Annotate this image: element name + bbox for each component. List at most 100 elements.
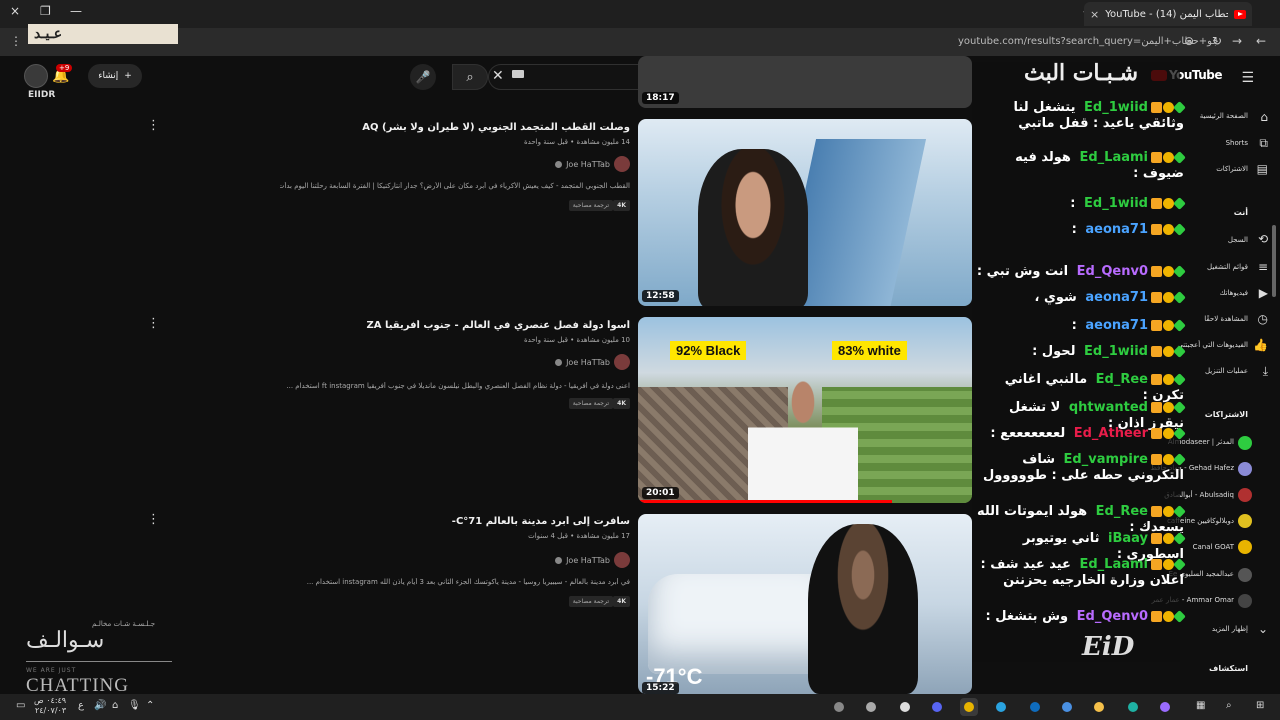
chat-username[interactable]: Ed_Laami	[1079, 150, 1148, 165]
more-options-icon[interactable]: ⋮	[147, 316, 160, 331]
keyboard-icon[interactable]	[512, 70, 524, 78]
channel-avatar[interactable]	[614, 156, 630, 172]
subscription-avatar[interactable]	[1238, 514, 1252, 528]
channel-name[interactable]: Joe HaTTab	[566, 556, 610, 565]
more-options-icon[interactable]: ⋮	[147, 512, 160, 527]
sidebar-item-home[interactable]: الصفحة الرئيسية	[1200, 112, 1248, 120]
subscriptions-icon[interactable]: ▤	[1257, 162, 1268, 176]
chat-username[interactable]: Ed_vampire	[1064, 452, 1148, 467]
sidebar-item-downloads[interactable]: عمليات التنزيل	[1205, 367, 1248, 375]
widgets-icon[interactable]: ▦	[1196, 700, 1205, 711]
search-button[interactable]: ⌕	[452, 64, 488, 90]
app-store-icon[interactable]	[1058, 698, 1076, 716]
sidebar-item-shorts[interactable]: Shorts	[1226, 139, 1248, 147]
downloads-icon[interactable]: ⤓	[1263, 364, 1268, 379]
address-bar[interactable]: youtube.com/results?search_query=جو+حطاب…	[948, 32, 1238, 52]
video-thumbnail-partial[interactable]: 18:17	[638, 56, 972, 108]
channel-name[interactable]: Joe HaTTab	[566, 358, 610, 367]
chat-username[interactable]: Ed_1wiid	[1084, 196, 1148, 211]
search-result[interactable]: ⋮ سافرت إلى أبرد مدينة بالعالم 71°C- 17 …	[0, 512, 975, 694]
chat-username[interactable]: Ed_Laami	[1079, 557, 1148, 572]
sidebar-item-watch-later[interactable]: المشاهدة لاحقًا	[1204, 315, 1248, 323]
app-copilot-icon[interactable]	[1156, 698, 1174, 716]
video-thumbnail[interactable]: 92% Black 83% white 20:01	[638, 317, 972, 503]
sidebar-scrollbar[interactable]	[1272, 225, 1276, 297]
chat-username[interactable]: qhtwanted	[1069, 400, 1148, 415]
back-arrow-icon[interactable]: ←	[1256, 34, 1266, 48]
tray-overflow-icon[interactable]: ⌃	[146, 700, 154, 711]
maximize-window-button[interactable]: ❐	[40, 4, 51, 18]
app-explorer-icon[interactable]	[1090, 698, 1108, 716]
subscription-avatar[interactable]	[1238, 568, 1252, 582]
minimize-window-button[interactable]: —	[70, 4, 82, 18]
sidebar-subscriptions-heading[interactable]: الاشتراكات	[1205, 410, 1248, 419]
chat-username[interactable]: Ed_Qenv0	[1077, 609, 1148, 624]
chat-username[interactable]: Ed_1wiid	[1084, 344, 1148, 359]
chat-username[interactable]: Ed_Ree	[1096, 504, 1148, 519]
subscription-avatar[interactable]	[1238, 436, 1252, 450]
chat-username[interactable]: aeona71	[1085, 318, 1148, 333]
app-telegram-icon[interactable]	[992, 698, 1010, 716]
video-title[interactable]: أسوأ دولة فصل عنصري في العالم - جنوب أفر…	[290, 320, 630, 331]
app-outlook-icon[interactable]	[1026, 698, 1044, 716]
app-chrome-icon[interactable]	[960, 698, 978, 716]
subscription-avatar[interactable]	[1238, 540, 1252, 554]
voice-search-button[interactable]: 🎤	[410, 64, 436, 90]
liked-videos-icon[interactable]: 👍	[1253, 338, 1268, 352]
chat-username[interactable]: Ed_Ree	[1096, 372, 1148, 387]
playlists-icon[interactable]: ≡	[1258, 260, 1268, 274]
shorts-icon[interactable]: ⧉	[1259, 136, 1268, 151]
windows-start-icon[interactable]: ⊞	[1256, 700, 1264, 711]
channel-row[interactable]: Joe HaTTab	[555, 354, 630, 370]
app-capture-icon[interactable]	[862, 698, 880, 716]
search-result[interactable]: ⋮ وصلت القطب المتجمد الجنوبي (لا طيران و…	[0, 118, 975, 308]
history-icon[interactable]: ⟲	[1258, 232, 1268, 246]
chat-username[interactable]: Ed_1wiid	[1084, 100, 1148, 115]
subscription-item[interactable]: Canal GOAT	[1193, 543, 1234, 551]
watch-later-icon[interactable]: ◷	[1258, 312, 1268, 326]
subscription-avatar[interactable]	[1238, 462, 1252, 476]
tab-youtube[interactable]: YouTube - جو حطاب اليمن (14) ×	[1084, 2, 1252, 26]
taskbar-clock[interactable]: ٠٤:٤٩ ص ٢٤/٠٧/٠٣	[34, 696, 66, 716]
sidebar-you-heading[interactable]: أنت	[1234, 208, 1248, 217]
chat-username[interactable]: iBaay	[1108, 531, 1148, 546]
search-taskbar-icon[interactable]: ⌕	[1226, 700, 1232, 711]
more-options-icon[interactable]: ⋮	[147, 118, 160, 133]
subscription-avatar[interactable]	[1238, 594, 1252, 608]
app-discord-icon[interactable]	[928, 698, 946, 716]
home-icon[interactable]: ⌂	[1260, 110, 1268, 124]
sidebar-item-liked[interactable]: الفيديوهات التي أعجبتني	[1177, 341, 1248, 349]
sidebar-item-playlists[interactable]: قوائم التشغيل	[1207, 263, 1248, 271]
create-button[interactable]: إنشاء +	[88, 64, 142, 88]
notification-center-icon[interactable]: ▭	[16, 700, 25, 711]
subscription-avatar[interactable]	[1238, 488, 1252, 502]
channel-avatar[interactable]	[614, 354, 630, 370]
app-obs-icon[interactable]	[896, 698, 914, 716]
chat-username[interactable]: aeona71	[1085, 222, 1148, 237]
video-thumbnail[interactable]: 12:58	[638, 119, 972, 306]
sidebar-item-subscriptions[interactable]: الاشتراكات	[1216, 165, 1248, 173]
video-title[interactable]: سافرت إلى أبرد مدينة بالعالم 71°C-	[290, 516, 630, 527]
volume-icon[interactable]: 🔊	[94, 700, 106, 711]
video-thumbnail[interactable]: -71°C 15:22	[638, 514, 972, 694]
sidebar-explore-heading[interactable]: استكشاف	[1209, 664, 1248, 673]
app-taskview-icon[interactable]	[830, 698, 848, 716]
chat-username[interactable]: Ed_Qenv0	[1077, 264, 1148, 279]
close-window-button[interactable]: ×	[10, 4, 20, 18]
video-title[interactable]: وصلت القطب المتجمد الجنوبي (لا طيران ولا…	[290, 122, 630, 133]
hamburger-menu-icon[interactable]: ☰	[1241, 70, 1254, 86]
channel-row[interactable]: Joe HaTTab	[555, 156, 630, 172]
channel-row[interactable]: Joe HaTTab	[555, 552, 630, 568]
sidebar-item-history[interactable]: السجل	[1228, 236, 1248, 244]
avatar[interactable]	[24, 64, 48, 88]
sidebar-item-your-videos[interactable]: فيديوهاتك	[1220, 289, 1248, 297]
chat-username[interactable]: Ed_Atheer	[1074, 426, 1148, 441]
chat-username[interactable]: aeona71	[1085, 290, 1148, 305]
chevron-down-icon[interactable]: ⌄	[1258, 622, 1268, 636]
menu-dots-icon[interactable]: ⋮	[10, 34, 22, 48]
show-more-button[interactable]: إظهار المزيد	[1212, 625, 1248, 633]
network-icon[interactable]: ⌂	[112, 700, 118, 711]
clear-search-icon[interactable]: ✕	[492, 68, 504, 84]
your-videos-icon[interactable]: ▶	[1259, 286, 1268, 300]
app-edge-icon[interactable]	[1124, 698, 1142, 716]
